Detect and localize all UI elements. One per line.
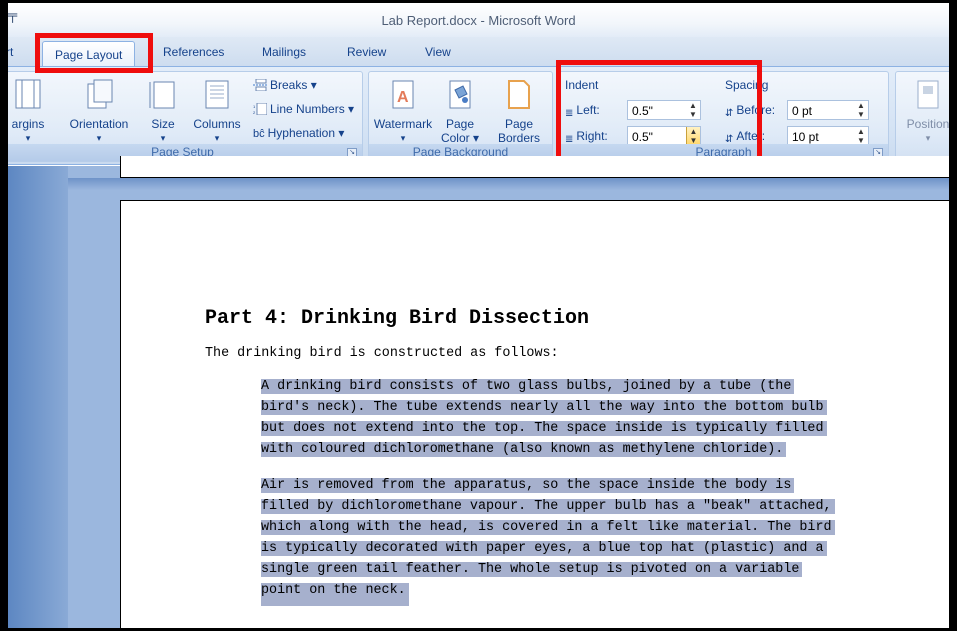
- columns-icon: [205, 80, 229, 109]
- position-button[interactable]: Position ▾: [900, 78, 949, 145]
- spacing-after-spinner[interactable]: ▲ ▼: [854, 127, 868, 145]
- size-icon: [149, 81, 175, 109]
- para2-line[interactable]: point on the neck.: [261, 583, 409, 606]
- tab-mailings[interactable]: Mailings: [262, 45, 306, 59]
- para1-line[interactable]: A drinking bird consists of two glass bu…: [261, 379, 795, 394]
- tab-review[interactable]: Review: [347, 45, 386, 59]
- document-heading[interactable]: Part 4: Drinking Bird Dissection: [205, 307, 589, 330]
- size-button[interactable]: Size ▾: [145, 78, 181, 145]
- document-workspace[interactable]: Part 4: Drinking Bird Dissection The dri…: [8, 156, 949, 628]
- watermark-button[interactable]: A Watermark ▾: [373, 78, 433, 145]
- para2-line[interactable]: single green tail feather. The whole set…: [261, 562, 803, 577]
- group-arrange: Position ▾: [895, 71, 949, 162]
- tab-references[interactable]: References: [163, 45, 224, 59]
- tab-view[interactable]: View: [425, 45, 451, 59]
- para1-line[interactable]: with coloured dichloromethane (also know…: [261, 442, 787, 457]
- para1-line[interactable]: bird's neck). The tube extends nearly al…: [261, 400, 827, 415]
- spacing-after-field[interactable]: 10 pt ▲ ▼: [787, 126, 869, 146]
- columns-button[interactable]: Columns ▾: [189, 78, 245, 145]
- watermark-icon: A: [392, 80, 414, 109]
- svg-text:2: 2: [253, 110, 256, 115]
- window-title: Lab Report.docx - Microsoft Word: [381, 13, 576, 28]
- group-page-background: A Watermark ▾ Page Color ▾ Page Borders Pag…: [368, 71, 553, 162]
- spacing-before-field[interactable]: 0 pt ▲ ▼: [787, 100, 869, 120]
- orientation-icon: [87, 79, 113, 109]
- svg-text:A: A: [397, 89, 409, 106]
- position-icon: [917, 80, 939, 109]
- selected-paragraph-2[interactable]: Air is removed from the apparatus, so th…: [261, 475, 835, 606]
- hyphenation-icon: bĉ: [253, 128, 265, 140]
- document-page[interactable]: Part 4: Drinking Bird Dissection The dri…: [120, 200, 949, 628]
- para2-line[interactable]: filled by dichloromethane vapour. The up…: [261, 499, 835, 514]
- page-gap: [68, 178, 949, 190]
- line-numbers-button[interactable]: 1 2 Line Numbers ▾: [253, 102, 354, 116]
- hyphenation-button[interactable]: bĉ Hyphenation ▾: [253, 126, 344, 140]
- orientation-button[interactable]: Orientation ▾: [61, 78, 137, 145]
- word-window: ╤ Lab Report.docx - Microsoft Word rt Pa…: [0, 0, 957, 631]
- selected-paragraph-1[interactable]: A drinking bird consists of two glass bu…: [261, 376, 827, 460]
- tab-insert[interactable]: rt: [8, 45, 13, 59]
- page-borders-icon: [508, 80, 530, 109]
- left-gutter: [8, 166, 68, 628]
- page-color-icon: [449, 80, 471, 109]
- breaks-button[interactable]: Breaks ▾: [253, 78, 317, 92]
- margins-icon: [15, 79, 41, 109]
- page-color-button[interactable]: Page Color ▾: [435, 78, 485, 145]
- para2-line[interactable]: which along with the head, is covered in…: [261, 520, 835, 535]
- title-bar: ╤ Lab Report.docx - Microsoft Word: [8, 3, 949, 37]
- group-page-setup: argins ▾ Orientation ▾ Size ▾ Columns ▾ Brea…: [8, 71, 363, 162]
- para2-line[interactable]: is typically decorated with paper eyes, …: [261, 541, 827, 556]
- para2-line[interactable]: Air is removed from the apparatus, so th…: [261, 478, 795, 493]
- breaks-icon: [253, 79, 267, 91]
- highlight-page-layout-tab: [35, 33, 153, 73]
- para1-line[interactable]: but does not extend into the top. The sp…: [261, 421, 827, 436]
- margins-button[interactable]: argins ▾: [8, 78, 53, 145]
- spacing-before-spinner[interactable]: ▲ ▼: [854, 101, 868, 119]
- svg-text:1: 1: [253, 104, 256, 109]
- line-numbers-icon: 12: [253, 103, 267, 115]
- document-intro[interactable]: The drinking bird is constructed as foll…: [205, 346, 559, 361]
- ribbon: argins ▾ Orientation ▾ Size ▾ Columns ▾ Brea…: [8, 66, 949, 165]
- page-borders-button[interactable]: Page Borders: [491, 78, 547, 145]
- previous-page-bottom: [120, 156, 949, 178]
